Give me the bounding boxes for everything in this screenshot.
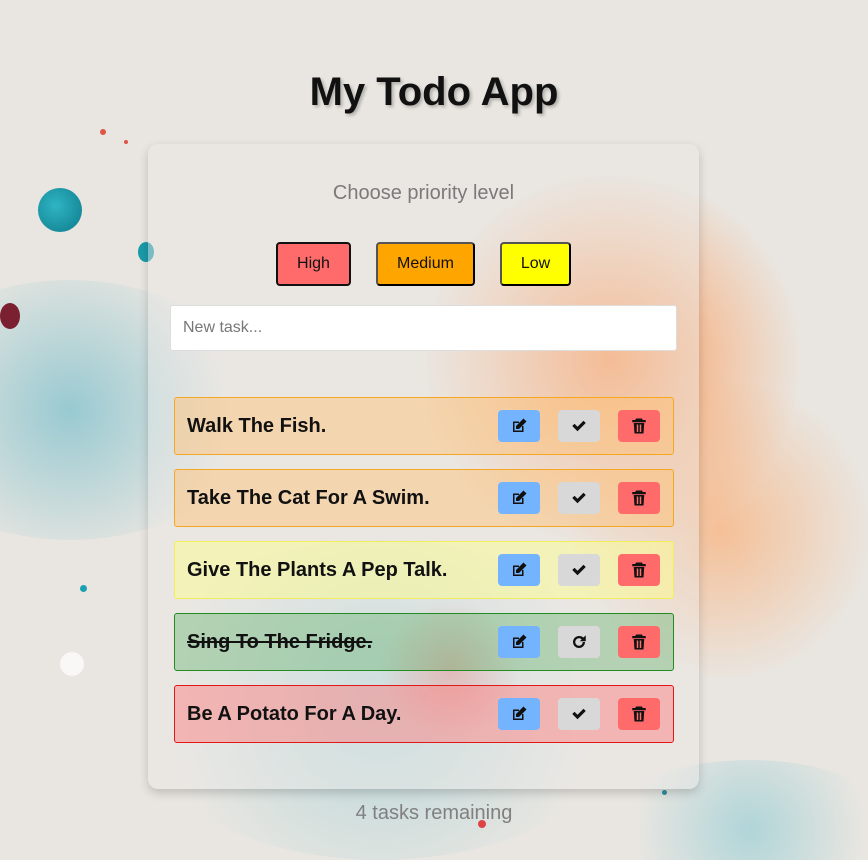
delete-task-button[interactable] xyxy=(618,482,660,514)
complete-task-button[interactable] xyxy=(558,482,600,514)
trash-icon xyxy=(632,490,646,506)
edit-task-button[interactable] xyxy=(498,410,540,442)
complete-task-button[interactable] xyxy=(558,698,600,730)
trash-icon xyxy=(632,706,646,722)
edit-icon xyxy=(513,634,527,648)
priority-low-button[interactable]: Low xyxy=(500,242,571,286)
check-icon xyxy=(572,708,586,720)
task-list: Walk The Fish. Take The Cat For A Swim. xyxy=(174,397,674,757)
edit-icon xyxy=(513,490,527,504)
check-icon xyxy=(572,564,586,576)
edit-task-button[interactable] xyxy=(498,698,540,730)
edit-icon xyxy=(513,418,527,432)
task-text: Take The Cat For A Swim. xyxy=(187,487,430,509)
edit-icon xyxy=(513,562,527,576)
task-text: Give The Plants A Pep Talk. xyxy=(187,559,448,581)
check-icon xyxy=(572,492,586,504)
priority-high-button[interactable]: High xyxy=(276,242,351,286)
delete-task-button[interactable] xyxy=(618,626,660,658)
task-item: Be A Potato For A Day. xyxy=(174,685,674,743)
edit-icon xyxy=(513,706,527,720)
task-item: Walk The Fish. xyxy=(174,397,674,455)
priority-selector: High Medium Low xyxy=(148,242,699,286)
priority-medium-button[interactable]: Medium xyxy=(376,242,475,286)
edit-task-button[interactable] xyxy=(498,626,540,658)
task-item: Take The Cat For A Swim. xyxy=(174,469,674,527)
tasks-remaining-count: 4 tasks remaining xyxy=(355,802,513,824)
edit-task-button[interactable] xyxy=(498,554,540,586)
edit-task-button[interactable] xyxy=(498,482,540,514)
page-title: My Todo App xyxy=(309,70,559,114)
redo-icon xyxy=(573,635,586,648)
complete-task-button[interactable] xyxy=(558,554,600,586)
task-item: Sing To The Fridge. xyxy=(174,613,674,671)
task-text: Be A Potato For A Day. xyxy=(187,703,402,725)
trash-icon xyxy=(632,562,646,578)
trash-icon xyxy=(632,418,646,434)
check-icon xyxy=(572,420,586,432)
delete-task-button[interactable] xyxy=(618,554,660,586)
task-item: Give The Plants A Pep Talk. xyxy=(174,541,674,599)
todo-card: Choose priority level High Medium Low Wa… xyxy=(148,144,699,789)
task-text: Walk The Fish. xyxy=(187,415,327,437)
priority-label: Choose priority level xyxy=(332,182,515,204)
task-text: Sing To The Fridge. xyxy=(187,631,373,653)
delete-task-button[interactable] xyxy=(618,410,660,442)
new-task-input[interactable] xyxy=(170,305,677,351)
trash-icon xyxy=(632,634,646,650)
complete-task-button[interactable] xyxy=(558,410,600,442)
delete-task-button[interactable] xyxy=(618,698,660,730)
undo-task-button[interactable] xyxy=(558,626,600,658)
